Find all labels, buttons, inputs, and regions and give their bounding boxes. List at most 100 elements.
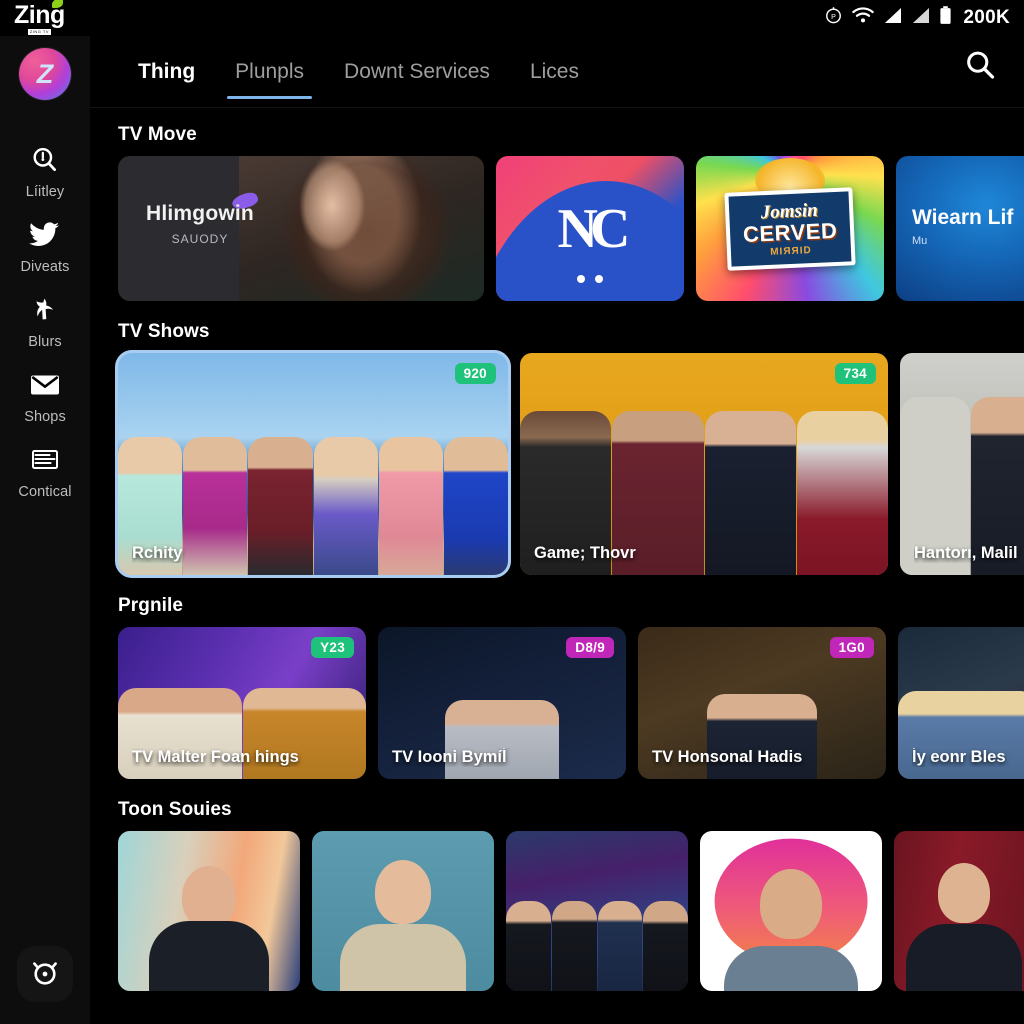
status-badge: 920 [454, 363, 496, 384]
carousel-row[interactable]: 920 Rchity 734 Game; Thovr Hantorı, Mali… [90, 350, 1024, 578]
card-art [520, 353, 888, 575]
battery-label: 200K [963, 7, 1010, 28]
card-art-figure [938, 863, 990, 923]
banner-title: Wiearn Lif [912, 206, 1014, 229]
banner-card[interactable]: Jomsin CERVED MIЯЯID [696, 156, 884, 301]
status-indicators: P 200K [824, 6, 1010, 30]
toon-card[interactable] [894, 831, 1024, 991]
banner-subtitle: SAUODY [171, 232, 229, 246]
section-title: Prgnile [118, 595, 184, 616]
section-prgnile: Prgnile Y23 TV Malter Foan hings D8/9 TV… [90, 579, 1024, 779]
carousel-row[interactable]: Hlimgowin SAUODY NC Jomsin CERVED MIЯЯID… [90, 156, 1024, 301]
compass-icon: P [824, 6, 843, 30]
svg-text:P: P [832, 13, 837, 21]
sidebar: Z Líitley Diveats Blurs Shops Contical [0, 36, 90, 1024]
card-art-figure [182, 866, 236, 929]
card-art-figure [906, 923, 1022, 991]
section-tv-shows: TV Shows 920 Rchity 734 Game; Thovr Hant… [90, 305, 1024, 578]
banner-title-2: CERVED [742, 216, 838, 247]
tab-list: Thing Plunpls Downt Services Lices [90, 36, 599, 107]
status-badge: D8/9 [566, 637, 614, 658]
toon-card[interactable] [118, 831, 300, 991]
tab-lices[interactable]: Lices [510, 36, 599, 107]
signal-icon [883, 7, 902, 29]
avatar-letter: Z [36, 58, 54, 89]
toon-card[interactable] [312, 831, 494, 991]
tab-thing[interactable]: Thing [118, 36, 215, 107]
app-root: Zing ZING TV P 200K Z Líitley Diveats Bl… [0, 0, 1024, 1024]
bird-icon [29, 220, 61, 250]
wifi-icon [852, 7, 875, 29]
banner-text: Hlimgowin SAUODY [146, 202, 254, 246]
sidebar-item-diveats[interactable]: Diveats [0, 209, 90, 284]
program-card[interactable]: ĺy eonr Bles [898, 627, 1024, 779]
tab-downt-services[interactable]: Downt Services [324, 36, 510, 107]
search-circle-icon [30, 145, 60, 175]
banner-card[interactable]: Wiearn Lif Mu [896, 156, 1024, 301]
card-art-figure [375, 859, 431, 924]
show-card[interactable]: 920 Rchity [115, 350, 511, 578]
tab-label: Thing [138, 59, 196, 83]
banner-title: Hlimgowin [146, 202, 254, 225]
sidebar-item-label: Diveats [20, 259, 70, 275]
sidebar-item-label: Blurs [28, 334, 62, 350]
banner-card[interactable]: NC [496, 156, 684, 301]
section-title: TV Move [118, 124, 197, 145]
toon-card[interactable] [506, 831, 688, 991]
sidebar-item-liitley[interactable]: Líitley [0, 134, 90, 209]
person-walk-icon [30, 295, 60, 325]
card-title: TV Iooni Bymíĺ [392, 748, 507, 766]
program-card[interactable]: D8/9 TV Iooni Bymíĺ [378, 627, 626, 779]
card-title: TV Honsonal Hadis [652, 748, 803, 766]
search-icon [963, 48, 997, 87]
banner-logo-plate: Jomsin CERVED MIЯЯID [724, 186, 856, 271]
card-title: ĺy eonr Bles [912, 748, 1006, 766]
program-card[interactable]: 1G0 TV Honsonal Hadis [638, 627, 886, 779]
avatar[interactable]: Z [19, 48, 71, 100]
card-art [900, 353, 1024, 575]
battery-icon [939, 6, 952, 30]
sidebar-item-contical[interactable]: Contical [0, 434, 90, 509]
tab-label: Downt Services [344, 59, 490, 83]
section-toon-souies: Toon Souies [90, 783, 1024, 991]
toon-card[interactable] [700, 831, 882, 991]
sidebar-item-label: Shops [24, 409, 66, 425]
card-title: Hantorı, Malil [914, 544, 1018, 562]
app-logo: Zing ZING TV [14, 0, 65, 35]
tab-label: Lices [529, 59, 579, 83]
banner-title-3: MIЯЯID [769, 244, 812, 257]
card-title: Game; Thovr [534, 544, 636, 562]
signal-alt-icon [911, 7, 930, 29]
alarm-target-icon [28, 955, 62, 994]
brand-wordmark: Zing [14, 0, 65, 29]
section-title: Toon Souies [118, 799, 232, 820]
card-title: TV Malter Foan hings [132, 748, 299, 766]
sidebar-item-label: Líitley [25, 184, 65, 200]
search-button[interactable] [958, 45, 1002, 89]
status-bar: Zing ZING TV P 200K [0, 0, 1024, 36]
program-card[interactable]: Y23 TV Malter Foan hings [118, 627, 366, 779]
card-title: Rchity [132, 544, 183, 562]
tab-plunpls[interactable]: Plunpls [215, 36, 324, 107]
section-title: TV Shows [118, 321, 210, 342]
top-tab-bar: Thing Plunpls Downt Services Lices [90, 36, 1024, 108]
section-tv-move: TV Move Hlimgowin SAUODY NC Jomsin CERVE… [90, 108, 1024, 301]
carousel-row[interactable]: Y23 TV Malter Foan hings D8/9 TV Iooni B… [90, 627, 1024, 779]
carousel-row[interactable] [90, 831, 1024, 991]
card-art-figure [724, 946, 858, 991]
sidebar-item-blurs[interactable]: Blurs [0, 284, 90, 359]
show-card[interactable]: Hantorı, Malil [900, 353, 1024, 575]
sidebar-item-label: Contical [18, 484, 72, 500]
card-art-figure [149, 920, 269, 991]
banner-title: Jomsin [760, 198, 819, 223]
status-badge: 734 [834, 363, 876, 384]
status-badge: 1G0 [829, 637, 874, 658]
banner-card[interactable]: Hlimgowin SAUODY [118, 156, 484, 301]
card-art [118, 353, 508, 575]
show-card[interactable]: 734 Game; Thovr [520, 353, 888, 575]
card-art-figures [506, 901, 688, 991]
content-area[interactable]: TV Move Hlimgowin SAUODY NC Jomsin CERVE… [90, 108, 1024, 1024]
status-badge: Y23 [311, 637, 354, 658]
alarm-target-button[interactable] [17, 946, 73, 1002]
sidebar-item-shops[interactable]: Shops [0, 359, 90, 434]
